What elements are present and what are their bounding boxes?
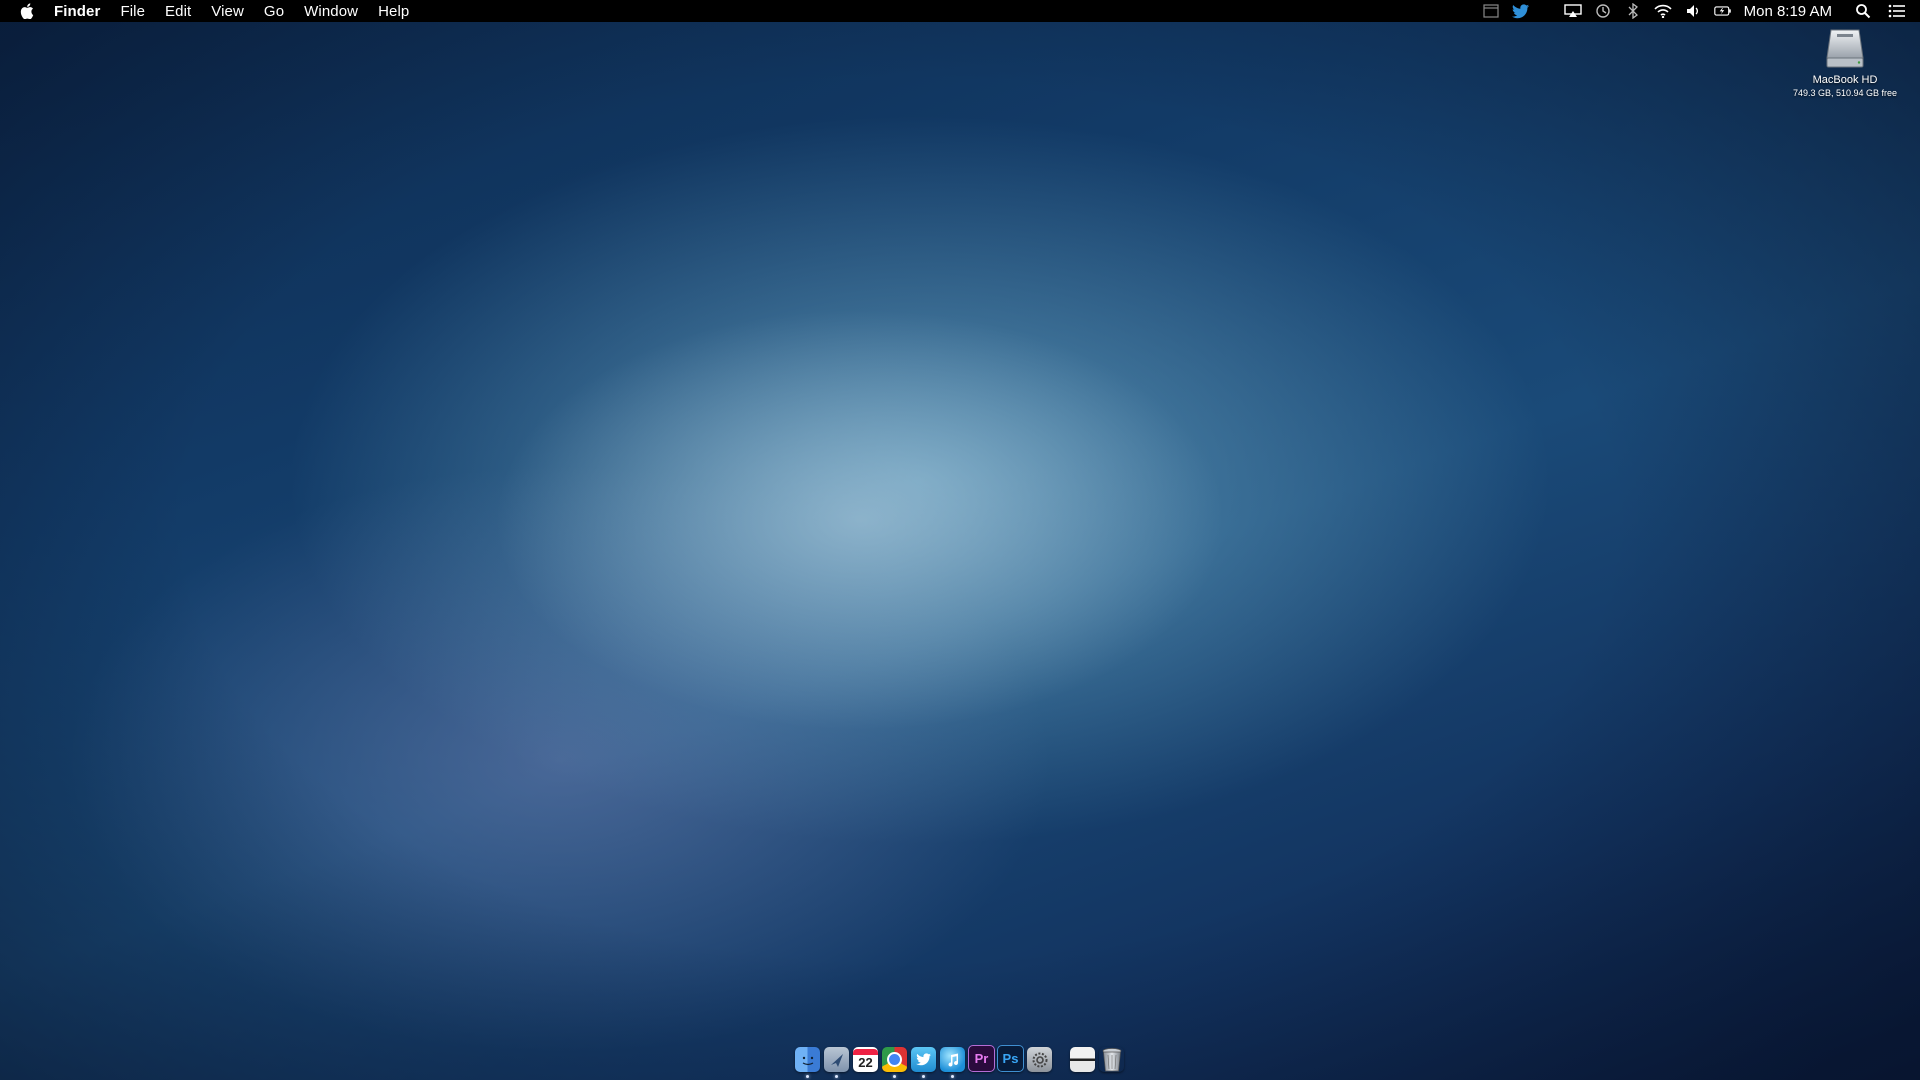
menu-bar-left: Finder File Edit View Go Window Help [0,0,429,22]
airplay-icon[interactable] [1563,3,1582,19]
menu-window[interactable]: Window [304,3,358,20]
twitter-icon [911,1047,936,1072]
dock-item-system-preferences[interactable] [1025,1026,1054,1080]
menu-bar-status: Mon 8:19 AM [1470,0,1920,22]
desktop-drive-icon[interactable]: MacBook HD 749.3 GB, 510.94 GB free [1780,26,1910,98]
running-indicator [835,1075,838,1078]
chrome-center [887,1052,902,1067]
dock-item-itunes[interactable] [938,1026,967,1080]
dock-item-twitter[interactable] [909,1026,938,1080]
menu-clock[interactable]: Mon 8:19 AM [1744,3,1832,20]
notification-center-icon[interactable] [1888,3,1906,19]
twitter-icon[interactable] [1511,3,1530,19]
dock-item-mail[interactable] [822,1026,851,1080]
finder-icon [795,1047,820,1072]
chrome-icon [882,1047,907,1072]
window-icon[interactable] [1482,3,1500,19]
wifi-icon[interactable] [1654,3,1672,19]
time-machine-icon[interactable] [1594,3,1612,19]
photoshop-icon: Ps [997,1045,1024,1072]
running-indicator [893,1075,896,1078]
volume-icon[interactable] [1684,3,1702,19]
drive-name: MacBook HD [1812,74,1878,86]
dock-item-finder[interactable] [793,1026,822,1080]
premiere-icon: Pr [968,1045,995,1072]
running-indicator [806,1075,809,1078]
spotlight-search-icon[interactable] [1854,3,1872,19]
drive-info: 749.3 GB, 510.94 GB free [1792,88,1898,98]
dock-item-trash[interactable] [1097,1026,1126,1080]
trash-icon [1099,1047,1124,1072]
bluetooth-icon[interactable] [1624,3,1642,19]
menu-view[interactable]: View [211,3,244,20]
dock-item-premiere[interactable]: Pr [967,1026,996,1080]
mail-icon [824,1047,849,1072]
calendar-date: 22 [858,1055,873,1070]
menu-help[interactable]: Help [378,3,409,20]
menu-edit[interactable]: Edit [165,3,191,20]
menu-file[interactable]: File [120,3,145,20]
running-indicator [951,1075,954,1078]
menu-bar: Finder File Edit View Go Window Help Mon… [0,0,1920,22]
menu-app-name[interactable]: Finder [54,3,100,20]
dock: 22 Pr Ps [793,1026,1126,1080]
folder-stack-icon [1070,1047,1095,1072]
gear-icon [1027,1047,1052,1072]
itunes-icon [940,1047,965,1072]
dock-item-photoshop[interactable]: Ps [996,1026,1025,1080]
hard-drive-icon [1826,29,1864,68]
desktop: Finder File Edit View Go Window Help Mon… [0,0,1920,1080]
dock-item-chrome[interactable] [880,1026,909,1080]
calendar-icon: 22 [853,1047,878,1072]
dock-item-calendar[interactable]: 22 [851,1026,880,1080]
apple-icon[interactable] [18,2,36,20]
battery-icon[interactable] [1713,3,1732,19]
dock-item-documents-stack[interactable] [1068,1026,1097,1080]
menu-go[interactable]: Go [264,3,284,20]
running-indicator [922,1075,925,1078]
dock-separator [1054,1026,1068,1080]
